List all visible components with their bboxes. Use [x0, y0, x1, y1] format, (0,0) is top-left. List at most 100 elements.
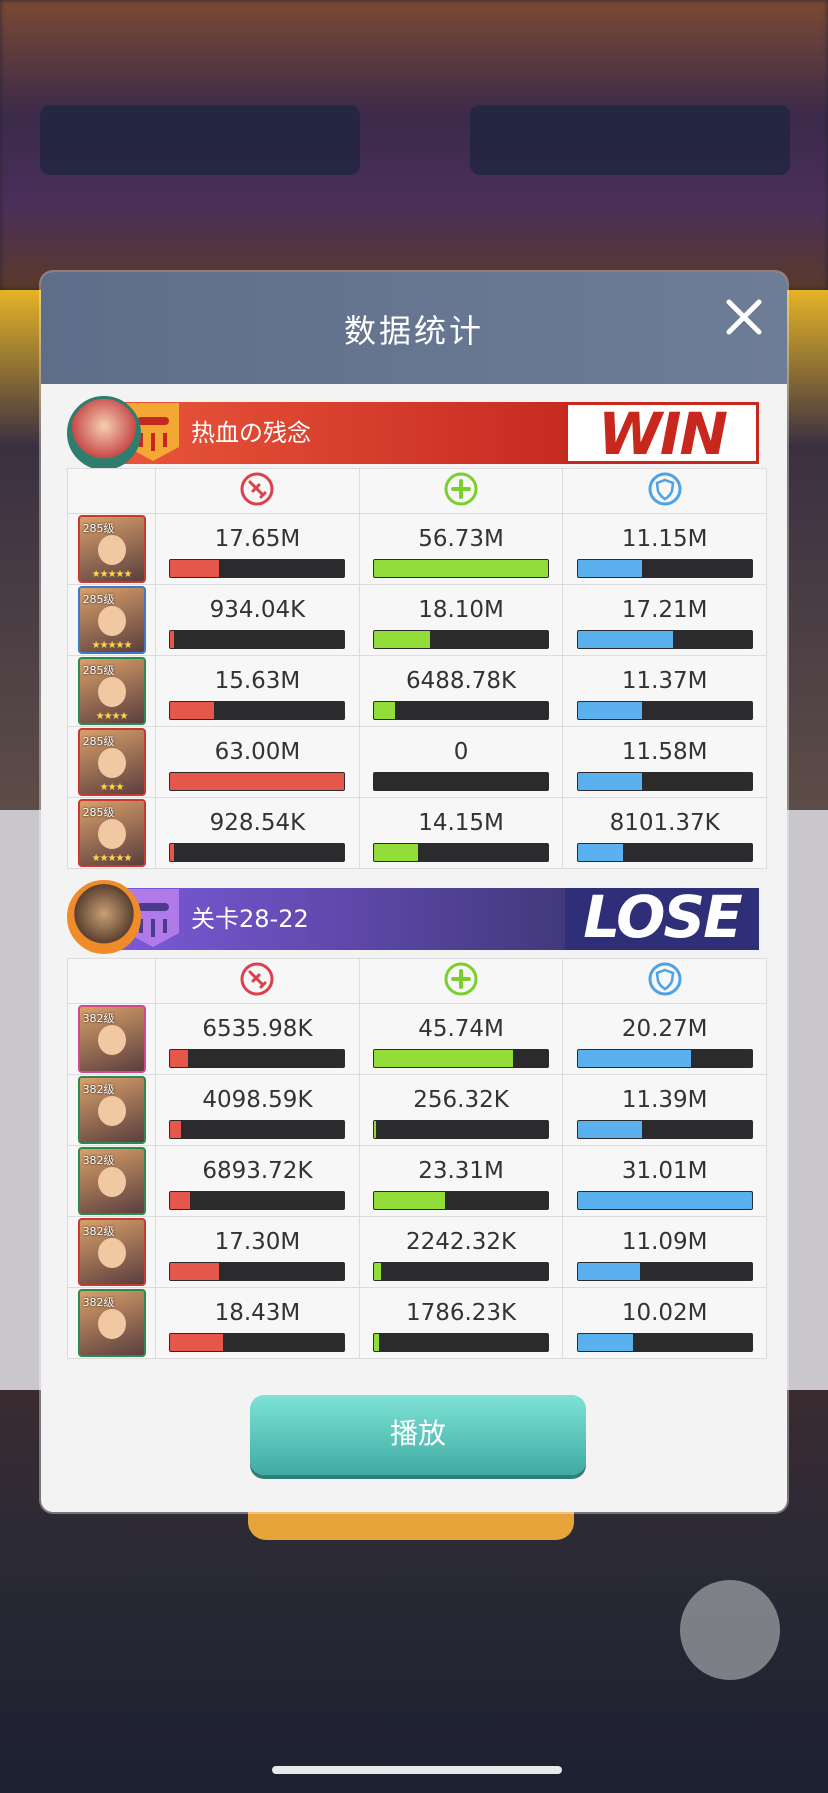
- hero-portrait[interactable]: 285级 ★★★: [77, 728, 146, 796]
- defense-bar: [576, 1190, 753, 1210]
- hero-level: 285级: [82, 806, 115, 819]
- hero-level: 285级: [82, 522, 115, 535]
- hero-stars: ★★★★★: [91, 640, 133, 651]
- hero-row: 382级 17.30M 2242.32K 11.09M: [66, 1216, 767, 1288]
- defense-bar: [576, 1332, 753, 1352]
- defense-bar: [576, 558, 753, 578]
- hero-level: 382级: [82, 1154, 115, 1167]
- heal-value: 56.73M: [418, 525, 504, 552]
- hero-row: 285级 ★★★★★ 928.54K 14.15M 8101.37K: [66, 797, 767, 869]
- hero-level: 285级: [82, 593, 115, 606]
- background-banner-left: [40, 105, 360, 175]
- team1-leader-avatar: [67, 396, 141, 470]
- damage-bar-fill: [170, 843, 174, 861]
- hero-row: 382级 4098.59K 256.32K 11.39M: [66, 1074, 767, 1146]
- defense-bar: [576, 1261, 753, 1281]
- damage-header: [155, 958, 360, 1004]
- heal-cell: 56.73M: [358, 513, 564, 585]
- shield-icon: [648, 472, 682, 506]
- hero-face: [97, 1025, 126, 1055]
- heal-value: 14.15M: [418, 809, 504, 836]
- hero-face: [97, 606, 126, 636]
- damage-cell: 18.43M: [155, 1287, 360, 1359]
- hero-portrait[interactable]: 382级: [77, 1147, 146, 1215]
- heal-cell: 1786.23K: [358, 1287, 564, 1359]
- hero-face: [97, 1096, 126, 1126]
- heal-value: 2242.32K: [405, 1228, 517, 1255]
- hero-face: [97, 748, 126, 778]
- hero-row: 285级 ★★★★ 15.63M 6488.78K 11.37M: [66, 655, 767, 727]
- hero-portrait[interactable]: 285级 ★★★★★: [77, 586, 146, 654]
- heal-bar-fill: [374, 1049, 514, 1067]
- damage-bar: [169, 1261, 346, 1281]
- play-button[interactable]: 播放: [250, 1395, 586, 1475]
- heal-bar: [373, 629, 550, 649]
- damage-value: 928.54K: [209, 809, 306, 836]
- hero-portrait[interactable]: 382级: [77, 1218, 146, 1286]
- heal-bar: [373, 842, 550, 862]
- hero-portrait[interactable]: 285级 ★★★★: [77, 657, 146, 725]
- damage-bar: [169, 558, 346, 578]
- heal-bar: [373, 558, 550, 578]
- damage-bar: [169, 629, 346, 649]
- heal-cell: 18.10M: [358, 584, 564, 656]
- hero-row: 382级 6893.72K 23.31M 31.01M: [66, 1145, 767, 1217]
- defense-bar: [576, 629, 753, 649]
- heal-bar: [373, 1261, 550, 1281]
- defense-cell: 11.09M: [562, 1216, 767, 1288]
- team1-result: WIN: [597, 400, 728, 468]
- damage-value: 6893.72K: [202, 1157, 313, 1184]
- hero-row: 285级 ★★★★★ 17.65M 56.73M 11.15M: [66, 513, 767, 585]
- hero-face: [97, 1309, 126, 1339]
- team2-stats-table: 382级 6535.98K 45.74M 20.27M 382级 4098.59K 256.…: [66, 958, 767, 1359]
- damage-value: 17.65M: [214, 525, 301, 552]
- plus-icon: [444, 472, 478, 506]
- defense-value: 11.39M: [621, 1086, 708, 1113]
- heal-bar: [373, 1048, 550, 1068]
- home-indicator: [272, 1766, 562, 1774]
- damage-bar-fill: [170, 1191, 190, 1209]
- defense-value: 11.15M: [621, 525, 708, 552]
- heal-bar: [373, 1190, 550, 1210]
- defense-bar: [576, 771, 753, 791]
- defense-bar: [576, 700, 753, 720]
- defense-bar: [576, 842, 753, 862]
- heal-bar: [373, 1332, 550, 1352]
- defense-value: 8101.37K: [609, 809, 720, 836]
- heal-value: 45.74M: [418, 1015, 504, 1042]
- stats-modal: 数据统计 热血の残念 WIN 285级 ★★★★★ 17.65M 56.73M …: [41, 272, 787, 1512]
- hero-level: 382级: [82, 1012, 115, 1025]
- sword-icon: [240, 962, 274, 996]
- hero-portrait[interactable]: 382级: [77, 1005, 146, 1073]
- heal-bar-fill: [374, 630, 430, 648]
- defense-bar-fill: [577, 1191, 752, 1209]
- damage-cell: 928.54K: [155, 797, 360, 869]
- team2-name: 关卡28-22: [191, 905, 309, 933]
- heal-cell: 0: [358, 726, 564, 798]
- heal-cell: 6488.78K: [358, 655, 564, 727]
- damage-bar-fill: [170, 1049, 188, 1067]
- hero-portrait[interactable]: 285级 ★★★★★: [77, 515, 146, 583]
- damage-bar-fill: [170, 1120, 181, 1138]
- defense-header: [562, 468, 767, 514]
- defense-bar-fill: [577, 1262, 641, 1280]
- defense-bar-fill: [577, 1120, 643, 1138]
- hero-portrait[interactable]: 382级: [77, 1289, 146, 1357]
- background-banner-right: [470, 105, 790, 175]
- team2-result: LOSE: [583, 883, 743, 951]
- hero-portrait[interactable]: 382级: [77, 1076, 146, 1144]
- defense-bar-fill: [577, 772, 643, 790]
- hero-face: [97, 1167, 126, 1197]
- defense-bar-fill: [577, 843, 623, 861]
- defense-cell: 17.21M: [562, 584, 767, 656]
- close-button[interactable]: [719, 292, 769, 342]
- hero-portrait[interactable]: 285级 ★★★★★: [77, 799, 146, 867]
- defense-bar-fill: [577, 1333, 634, 1351]
- team2-result-badge: LOSE: [565, 883, 759, 951]
- heal-header: [358, 468, 564, 514]
- hero-face: [97, 1238, 126, 1268]
- damage-cell: 15.63M: [155, 655, 360, 727]
- defense-cell: 11.39M: [562, 1074, 767, 1146]
- modal-header: 数据统计: [41, 272, 787, 384]
- defense-value: 10.02M: [621, 1299, 708, 1326]
